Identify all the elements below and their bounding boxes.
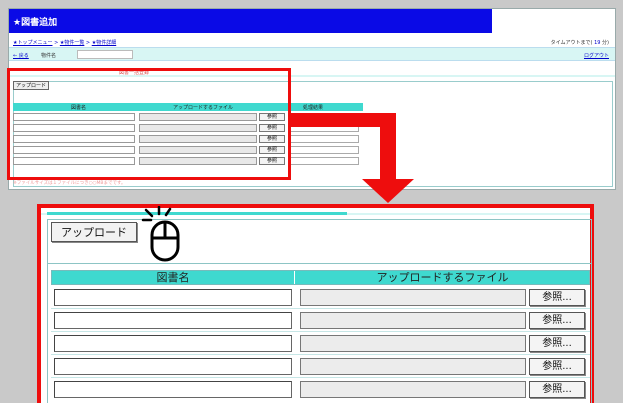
active-tab-indicator bbox=[47, 212, 347, 215]
breadcrumb-object-detail[interactable]: ★物件詳細 bbox=[92, 40, 116, 46]
file-size-note: ※ファイルサイズは１ファイルにつき○○MBまでです。 bbox=[13, 181, 126, 186]
row-divider bbox=[51, 308, 590, 309]
row-divider bbox=[51, 377, 590, 378]
breadcrumb-object-list[interactable]: ★物件一覧 bbox=[60, 40, 84, 46]
upload-button[interactable]: アップロード bbox=[51, 222, 137, 242]
breadcrumb-top-menu[interactable]: ★トップメニュー bbox=[13, 40, 52, 46]
browse-button[interactable]: 参照... bbox=[529, 312, 585, 329]
book-name-input[interactable] bbox=[54, 335, 292, 352]
table-row: 参照... bbox=[51, 287, 590, 307]
arrow-down-icon bbox=[362, 179, 414, 203]
timeout-label: タイムアウトまで bbox=[550, 40, 591, 46]
back-link[interactable]: ← 戻る bbox=[13, 52, 29, 59]
book-name-input[interactable] bbox=[54, 381, 292, 398]
timeout-value: 19 bbox=[594, 40, 601, 46]
column-book-name: 図書名 bbox=[52, 271, 295, 284]
browse-button[interactable]: 参照... bbox=[529, 381, 585, 398]
browse-button[interactable]: 参照... bbox=[529, 289, 585, 306]
browse-button[interactable]: 参照... bbox=[529, 335, 585, 352]
result-cell bbox=[289, 157, 359, 165]
logout-link[interactable]: ログアウト bbox=[584, 52, 609, 59]
file-path-field[interactable] bbox=[300, 335, 526, 352]
table-row: 参照... bbox=[51, 379, 590, 399]
file-path-field[interactable] bbox=[300, 381, 526, 398]
arrow-vertical bbox=[380, 113, 396, 179]
column-upload-file: アップロードするファイル bbox=[376, 271, 509, 284]
zoomed-upload-panel: アップロード 図書名 アップロードするファイル 参照... 参照... 参照..… bbox=[37, 204, 594, 403]
timeout-indicator: タイムアウトまで( 19 分) bbox=[550, 40, 609, 46]
timeout-unit: 分 bbox=[602, 40, 608, 46]
result-cell bbox=[289, 146, 359, 154]
file-path-field[interactable] bbox=[300, 312, 526, 329]
table-row: 参照... bbox=[51, 333, 590, 353]
mouse-click-icon bbox=[141, 206, 180, 262]
column-result: 処理結果 bbox=[303, 105, 324, 111]
row-divider bbox=[51, 354, 590, 355]
book-name-input[interactable] bbox=[54, 358, 292, 375]
book-name-input[interactable] bbox=[54, 312, 292, 329]
table-header: 図書名 アップロードするファイル bbox=[51, 270, 590, 285]
object-name-value bbox=[77, 50, 133, 59]
file-path-field[interactable] bbox=[300, 289, 526, 306]
row-divider bbox=[51, 331, 590, 332]
table-row: 参照... bbox=[51, 356, 590, 376]
browse-button[interactable]: 参照... bbox=[529, 358, 585, 375]
highlight-box-small bbox=[7, 68, 291, 180]
divider bbox=[47, 263, 592, 264]
result-cell bbox=[289, 135, 359, 143]
object-info-bar: ← 戻る 物件名 ログアウト bbox=[9, 47, 615, 61]
window-title: ★図書追加 bbox=[9, 9, 492, 33]
object-name-label: 物件名 bbox=[41, 53, 57, 59]
table-row: 参照... bbox=[51, 310, 590, 330]
book-name-input[interactable] bbox=[54, 289, 292, 306]
file-path-field[interactable] bbox=[300, 358, 526, 375]
breadcrumb: ★トップメニュー > ★物件一覧 > ★物件詳細 bbox=[13, 40, 117, 46]
